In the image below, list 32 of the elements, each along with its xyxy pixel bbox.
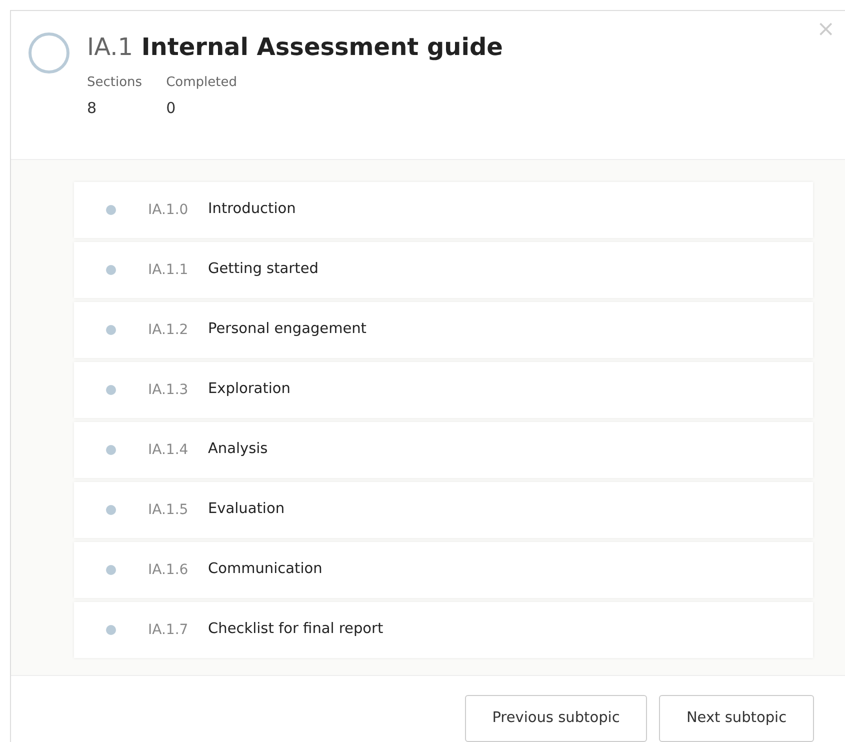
stat-label: Completed: [166, 74, 237, 92]
stat-value: 8: [87, 98, 98, 118]
section-title: Evaluation: [208, 500, 285, 520]
section-code: IA.1.0: [148, 200, 190, 220]
section-code: IA.1.6: [148, 560, 190, 580]
section-code: IA.1.4: [148, 440, 190, 460]
section-code: IA.1.2: [148, 320, 190, 340]
section-code: IA.1.3: [148, 380, 190, 400]
section-code: IA.1.7: [148, 620, 190, 640]
section-row[interactable]: IA.1.5 Evaluation: [74, 482, 813, 538]
modal-title: IA.1 Internal Assessment guide: [87, 32, 503, 63]
section-title: Personal engagement: [208, 320, 366, 340]
section-title: Checklist for final report: [208, 620, 384, 640]
section-title: Analysis: [208, 440, 268, 460]
progress-ring-icon: [27, 31, 71, 75]
next-button[interactable]: Next subtopic: [659, 695, 814, 742]
previous-button[interactable]: Previous subtopic: [465, 695, 647, 742]
section-code: IA.1.5: [148, 500, 190, 520]
section-row[interactable]: IA.1.2 Personal engagement: [74, 302, 813, 358]
section-title: Getting started: [208, 260, 318, 280]
section-row[interactable]: IA.1.6 Communication: [74, 542, 813, 598]
section-row[interactable]: IA.1.4 Analysis: [74, 422, 813, 478]
section-title: Communication: [208, 560, 322, 580]
stat-value: 0: [166, 98, 177, 118]
section-title: Exploration: [208, 380, 290, 400]
section-row[interactable]: IA.1.1 Getting started: [74, 242, 813, 298]
section-row[interactable]: IA.1.3 Exploration: [74, 362, 813, 418]
stat-label: Sections: [87, 74, 142, 92]
section-title: Introduction: [208, 200, 296, 220]
section-row[interactable]: IA.1.7 Checklist for final report: [74, 602, 813, 658]
section-code: IA.1.1: [148, 260, 190, 280]
section-row[interactable]: IA.1.0 Introduction: [74, 182, 813, 238]
